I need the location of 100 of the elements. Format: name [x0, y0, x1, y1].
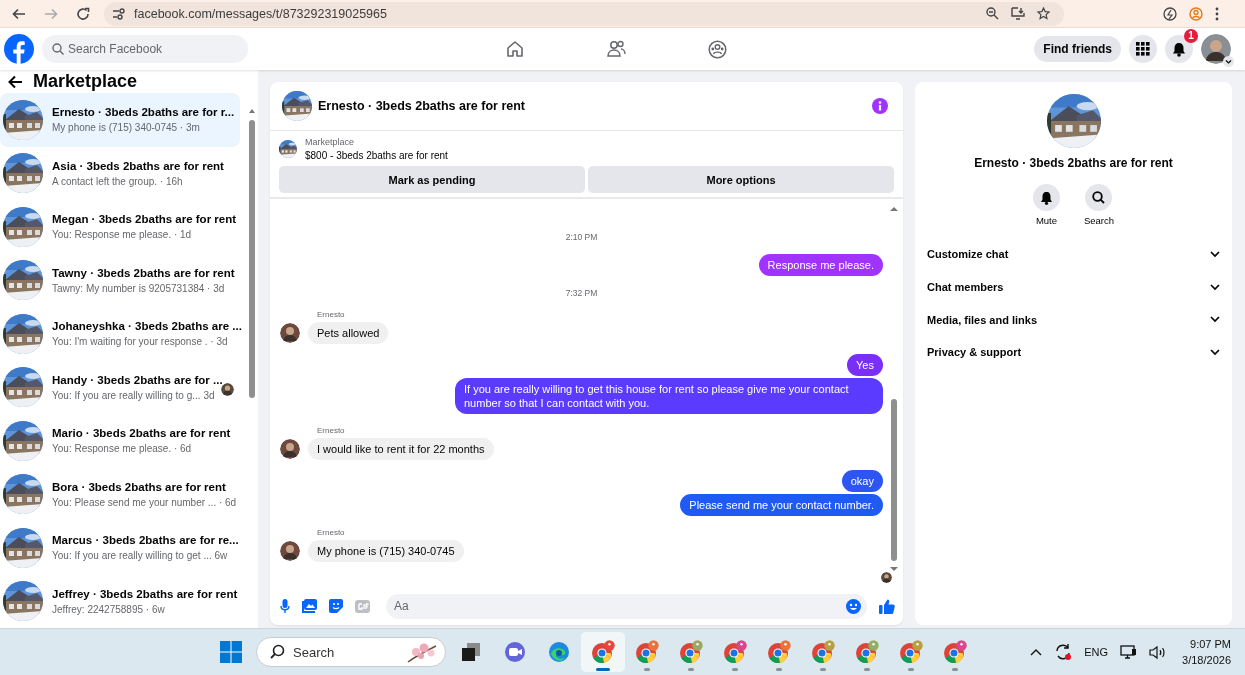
conversation-item[interactable]: Ernesto · 3beds 2baths are for r... My phone is (715) 340-0745 · 3m: [0, 93, 240, 147]
language-indicator[interactable]: ENG: [1084, 646, 1109, 658]
sidebar-title: Marketplace: [33, 71, 138, 92]
conversation-preview: You: I'm waiting for your response . · 3d: [52, 336, 229, 348]
seen-avatar: [881, 572, 892, 583]
conversation-item[interactable]: Megan · 3beds 2baths are for rent You: Response me please. · 1d: [0, 200, 240, 254]
conversation-title: Bora · 3beds 2baths are for rent: [52, 480, 227, 493]
chevron-down-icon[interactable]: [1223, 56, 1234, 67]
conversation-item[interactable]: Asia · 3beds 2baths are for rent A contact left the group. · 16h: [0, 146, 240, 200]
conversation-title: Johaneyshka · 3beds 2baths are ...: [52, 320, 242, 333]
action-button[interactable]: Mark as pending: [279, 166, 585, 193]
received-message: I would like to rent it for 22 months: [308, 438, 494, 460]
sent-message: Yes: [847, 354, 883, 376]
notification-badge: 1: [1184, 29, 1198, 43]
reload-icon[interactable]: [76, 6, 90, 21]
conversation-item[interactable]: Handy · 3beds 2baths are for ... You: If you are really willing to g... 3d: [0, 360, 240, 414]
sent-message: If you are really willing to get this house for rent so please give me your contact number so that I can contact with you.: [455, 378, 883, 414]
sender-name: Ernesto: [317, 310, 346, 319]
timestamp: 2:10 PM: [565, 232, 598, 242]
contact-name: Ernesto · 3beds 2baths are for rent: [974, 156, 1173, 170]
friends-icon[interactable]: [606, 39, 626, 58]
sender-avatar: [280, 541, 300, 561]
find-friends-button[interactable]: Find friends: [1034, 36, 1121, 62]
home-icon[interactable]: [506, 39, 524, 58]
profile-icon[interactable]: [1189, 6, 1203, 21]
conversation-title: Handy · 3beds 2baths are for ...: [52, 373, 223, 386]
section-header[interactable]: Customize chat: [925, 238, 1222, 271]
section-title: Customize chat: [927, 248, 1009, 261]
start-icon[interactable]: [220, 641, 242, 663]
conversation-title: Asia · 3beds 2baths are for rent: [52, 159, 224, 172]
image-icon[interactable]: [302, 599, 317, 613]
conversation-preview: Jeffrey: 2242758895 · 6w: [52, 603, 166, 615]
section-header[interactable]: Chat members: [925, 270, 1222, 304]
conversation-item[interactable]: Marcus · 3beds 2baths are for re... You: If you are really willing to get ... 6w: [0, 521, 240, 575]
info-icon[interactable]: [872, 98, 888, 114]
timestamp: 7:32 PM: [565, 288, 598, 298]
section-title: Chat members: [927, 281, 1004, 294]
conversation-preview: You: Response me please. · 6d: [52, 443, 193, 455]
sent-message: Response me please.: [758, 254, 883, 276]
clock-date[interactable]: 3/18/2026: [1182, 652, 1231, 668]
conversation-preview: A contact left the group. · 16h: [52, 175, 184, 187]
emoji-icon[interactable]: [846, 598, 861, 614]
url-text[interactable]: facebook.com/messages/t/873292319025965: [134, 6, 387, 21]
conversation-item[interactable]: Bora · 3beds 2baths are for rent You: Please send me your number ... · 6d: [0, 467, 240, 521]
chevron-down-icon: [1210, 250, 1220, 258]
zoom-icon[interactable]: [986, 7, 999, 20]
action-button[interactable]: More options: [588, 166, 894, 193]
chat-title: Ernesto · 3beds 2baths are for rent: [318, 99, 526, 113]
sync-icon[interactable]: [1054, 643, 1073, 661]
like-icon[interactable]: [879, 598, 895, 614]
menu-icon[interactable]: [1215, 6, 1219, 21]
conversation-item[interactable]: Johaneyshka · 3beds 2baths are ... You: I'm waiting for your response . · 3d: [0, 307, 240, 361]
chevron-down-icon: [1210, 283, 1220, 291]
back-arrow-icon[interactable]: [8, 74, 23, 89]
section-title: Media, files and links: [927, 313, 1038, 326]
listing-summary: $800 - 3beds 2baths are for rent: [305, 150, 448, 161]
conversation-item[interactable]: Tawny · 3beds 2baths are for rent Tawny: My number is 9205731384 · 3d: [0, 253, 240, 307]
conversation-preview: You: If you are really willing to g... 3d: [52, 389, 216, 401]
groups-icon[interactable]: [708, 39, 727, 59]
section-title: Privacy & support: [927, 346, 1022, 359]
bell-icon: [1172, 41, 1186, 57]
conversation-title: Jeffrey · 3beds 2baths are for rent: [52, 587, 238, 600]
conversation-preview: You: If you are really willing to get ... 6w: [52, 550, 229, 562]
microphone-icon[interactable]: [280, 598, 290, 614]
section-header[interactable]: Privacy & support: [925, 336, 1222, 369]
conversation-item[interactable]: Jeffrey · 3beds 2baths are for rent Jeffrey: 2242758895 · 6w: [0, 574, 240, 628]
search-field[interactable]: Search Facebook: [42, 35, 248, 63]
star-icon[interactable]: [1037, 7, 1050, 20]
chevron-down-icon: [1210, 348, 1220, 356]
section-header[interactable]: Media, files and links: [925, 303, 1222, 337]
site-settings-icon[interactable]: [112, 7, 126, 20]
install-icon[interactable]: [1011, 7, 1025, 20]
sticker-icon[interactable]: [329, 599, 343, 613]
conversation-preview: You: Please send me your number ... · 6d: [52, 496, 237, 508]
conversation-title: Tawny · 3beds 2baths are for rent: [52, 266, 235, 279]
conversation-title: Marcus · 3beds 2baths are for re...: [52, 534, 239, 547]
conversation-title: Megan · 3beds 2baths are for rent: [52, 213, 237, 226]
facebook-logo[interactable]: [4, 34, 34, 64]
network-icon[interactable]: [1120, 644, 1138, 660]
message-field[interactable]: Aa: [386, 593, 867, 619]
volume-icon[interactable]: [1149, 644, 1167, 660]
taskbar-search-field[interactable]: Search: [256, 637, 446, 667]
received-message: My phone is (715) 340-0745: [308, 540, 464, 562]
sender-avatar: [280, 439, 300, 459]
search-icon: [52, 43, 64, 55]
back-icon[interactable]: [12, 6, 26, 21]
edge-browser-icon[interactable]: [548, 641, 570, 663]
chevron-up-icon[interactable]: [1030, 648, 1043, 656]
sent-message: okay: [841, 470, 883, 492]
extension-icon[interactable]: [1163, 6, 1177, 21]
conversation-preview: My phone is (715) 340-0745 · 3m: [52, 122, 201, 134]
apps-menu-button[interactable]: [1129, 35, 1157, 63]
conversation-item[interactable]: Mario · 3beds 2baths are for rent You: Response me please. · 6d: [0, 414, 240, 468]
video-chat-icon[interactable]: [504, 641, 526, 663]
conversation-title: Ernesto · 3beds 2baths are for r...: [52, 106, 235, 119]
clock-time[interactable]: 9:07 PM: [1190, 636, 1231, 652]
task-view-icon[interactable]: [461, 642, 481, 662]
sender-name: Ernesto: [317, 426, 346, 435]
sender-name: Ernesto: [317, 528, 346, 537]
chevron-down-icon: [1210, 316, 1220, 324]
